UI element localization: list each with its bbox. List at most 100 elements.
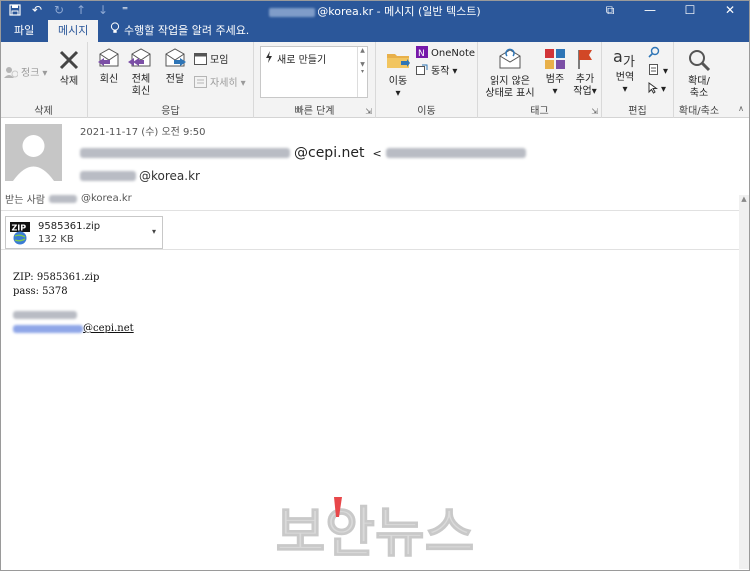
redacted-sender-address (385, 148, 526, 158)
attachment-item[interactable]: ZIP 9585361.zip 132 KB ▾ (5, 216, 163, 249)
scroll-up-icon[interactable]: ▲ (739, 195, 749, 207)
zip-file-icon: ZIP (9, 220, 31, 246)
recipient-line: 받는 사람 @korea.kr (5, 191, 132, 206)
tab-file[interactable]: 파일 (4, 20, 44, 42)
edit-group: a가 번역 ▾ ▾ ▾ 편집 (602, 42, 674, 118)
related-button[interactable]: ▾ (648, 64, 668, 80)
respond-group: 회신 전체 회신 전달 모임 자세히 ▾ 응답 (88, 42, 254, 118)
recipient-label: 받는 사람 (5, 195, 45, 206)
redacted-signature-email (13, 324, 83, 333)
quick-steps-scroll[interactable]: ▲ ▼ ▾ (357, 47, 367, 97)
folder-icon (382, 48, 414, 76)
cursor-icon (648, 82, 659, 98)
close-button[interactable]: ✕ (710, 0, 750, 20)
message-body: ZIP: 9585361.zip pass: 5378 @cepi.net 보안… (0, 251, 738, 569)
select-button[interactable]: ▾ (648, 82, 666, 98)
tags-launcher[interactable]: ⇲ (591, 107, 598, 116)
delete-x-icon (54, 48, 84, 76)
delete-group: 정크 ▾ 삭제 삭제 (0, 42, 88, 118)
actions-icon (416, 64, 428, 80)
quick-steps-launcher[interactable]: ⇲ (365, 107, 372, 116)
watermark-logo: 보안뉴스 (275, 497, 475, 563)
redacted-recipient (48, 194, 77, 203)
calendar-icon (194, 52, 207, 69)
reply-all-button[interactable]: 전체 회신 (126, 48, 156, 98)
svg-text:가: 가 (623, 55, 635, 68)
recipient-domain: @korea.kr (80, 193, 132, 204)
redacted-to-name (80, 171, 136, 181)
categorize-button[interactable]: 범주 ▾ (540, 48, 570, 98)
move-button[interactable]: 이동 ▾ (382, 48, 414, 100)
zoom-button[interactable]: 확대/ 축소 (678, 48, 720, 100)
sender-bracket: < (372, 146, 382, 160)
forward-icon (160, 48, 190, 74)
ribbon: 정크 ▾ 삭제 삭제 회신 전체 회신 전달 모임 자세히 ▾ 응답 새로 만들… (0, 42, 750, 118)
to-domain: @korea.kr (139, 169, 200, 183)
categorize-icon (540, 48, 570, 74)
tell-me-box[interactable]: 수행할 작업을 알려 주세요. (110, 20, 249, 42)
window-controls: ⧉ — ☐ ✕ (590, 0, 750, 20)
forward-button[interactable]: 전달 (160, 48, 190, 86)
zoom-icon (678, 48, 720, 76)
avatar (5, 124, 62, 181)
junk-icon (4, 66, 19, 82)
body-line-zip: ZIP: 9585361.zip (13, 272, 100, 283)
signature-email-domain: @cepi.net (83, 323, 134, 334)
tell-me-label: 수행할 작업을 알려 주세요. (124, 24, 250, 37)
quick-steps-group: 새로 만들기 ▲ ▼ ▾ 빠른 단계 ⇲ (254, 42, 376, 118)
signature-email-link[interactable]: @cepi.net (13, 323, 134, 334)
translate-icon: a가 (608, 46, 642, 72)
svg-text:ZIP: ZIP (12, 224, 27, 233)
quick-step-new[interactable]: 새로 만들기 (265, 51, 326, 66)
edit-group-label: 편집 (628, 106, 647, 117)
sender-domain: @cepi.net (294, 145, 365, 161)
restore-ribbon-button[interactable]: ⧉ (590, 0, 630, 20)
svg-text:N: N (418, 49, 425, 58)
zoom-group-label: 확대/축소 (678, 106, 720, 117)
delete-group-label: 삭제 (34, 106, 53, 117)
title-bar: ↶ ↻ ↑ ↓ ⁼ @korea.kr - 메시지 (일반 텍스트) ⧉ — ☐… (0, 0, 750, 20)
minimize-button[interactable]: — (630, 0, 670, 20)
more-respond-icon (194, 76, 207, 92)
follow-up-button[interactable]: 추가 작업▾ (570, 48, 600, 98)
scrollbar[interactable]: ▲ (739, 195, 749, 569)
collapse-ribbon-icon[interactable]: ∧ (738, 103, 744, 115)
quick-steps-group-label: 빠른 단계 (294, 106, 335, 117)
sent-date: 2021-11-17 (수) 오전 9:50 (80, 127, 206, 138)
more-respond-button[interactable]: 자세히 ▾ (194, 76, 246, 92)
attachment-name: 9585361.zip (38, 221, 101, 232)
reply-all-icon (126, 48, 156, 74)
redacted-text (269, 7, 316, 17)
attachment-bar: ZIP 9585361.zip 132 KB ▾ (0, 211, 750, 250)
move-group-label: 이동 (417, 106, 436, 117)
mark-unread-button[interactable]: 읽지 않은 상태로 표시 (480, 48, 540, 100)
svg-text:보안뉴스: 보안뉴스 (276, 501, 475, 563)
find-button[interactable] (648, 46, 660, 62)
svg-text:a: a (613, 47, 623, 66)
body-line-pass: pass: 5378 (13, 286, 68, 297)
quick-steps-gallery: 새로 만들기 ▲ ▼ ▾ (260, 46, 368, 98)
maximize-button[interactable]: ☐ (670, 0, 710, 20)
reply-button[interactable]: 회신 (94, 48, 124, 86)
translate-button[interactable]: a가 번역 ▾ (608, 46, 642, 96)
attachment-size: 132 KB (38, 234, 74, 245)
onenote-button[interactable]: N OneNote (416, 46, 475, 62)
chevron-down-icon[interactable]: ▾ (152, 227, 156, 236)
message-header: 2021-11-17 (수) 오전 9:50 @cepi.net < @kore… (0, 119, 750, 211)
flag-icon (570, 48, 600, 74)
onenote-icon: N (416, 46, 428, 62)
redacted-sender-name (80, 148, 290, 158)
move-group: 이동 ▾ N OneNote 동작 ▾ 이동 (376, 42, 478, 118)
zoom-group: 확대/ 축소 확대/축소 (674, 42, 724, 118)
tags-group-label: 태그 (530, 106, 549, 117)
meeting-button[interactable]: 모임 (194, 52, 228, 69)
actions-button[interactable]: 동작 ▾ (416, 64, 457, 80)
ribbon-tabs: 파일 메시지 수행할 작업을 알려 주세요. (0, 20, 750, 42)
tab-message[interactable]: 메시지 (48, 20, 99, 42)
signature-name (13, 309, 77, 322)
envelope-unread-icon (480, 48, 540, 76)
junk-button[interactable]: 정크 ▾ (4, 66, 47, 82)
delete-button[interactable]: 삭제 (54, 48, 84, 88)
reply-icon (94, 48, 124, 74)
lightbulb-icon (110, 20, 120, 42)
